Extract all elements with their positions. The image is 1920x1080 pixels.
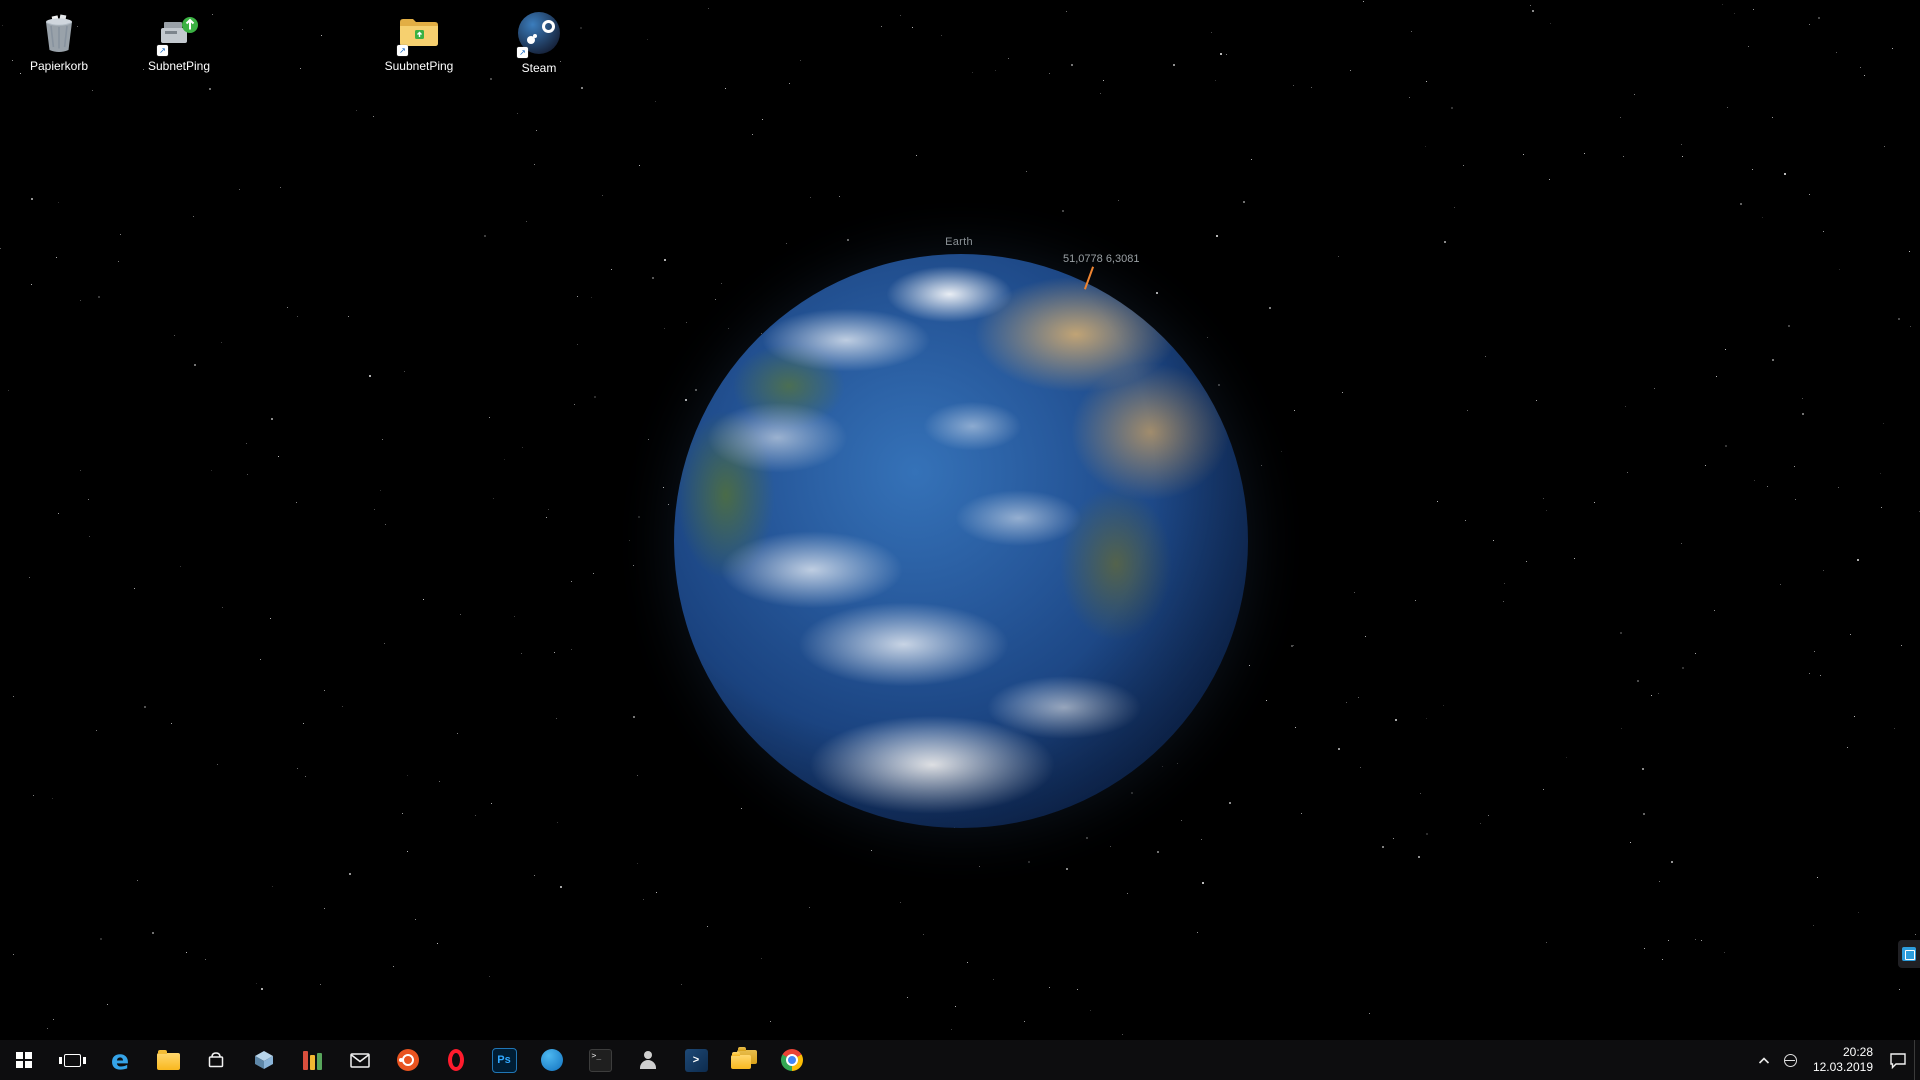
chevron-up-icon: [1758, 1056, 1770, 1065]
action-center-icon: [1889, 1052, 1907, 1069]
panel-toggle-icon: [1902, 947, 1916, 961]
edge-icon: e: [111, 1047, 129, 1074]
action-center-button[interactable]: [1882, 1040, 1914, 1080]
network-globe-icon: [1784, 1054, 1797, 1067]
desktop-icon-steam[interactable]: Steam: [491, 10, 587, 75]
taskbar-item-photoshop[interactable]: Ps: [480, 1040, 528, 1080]
start-button[interactable]: [0, 1040, 48, 1080]
desktop-icon-recycle-bin[interactable]: Papierkorb: [11, 10, 107, 73]
file-explorer-icon: [157, 1053, 180, 1070]
taskbar-item-store[interactable]: [192, 1040, 240, 1080]
ubuntu-icon: [397, 1049, 419, 1071]
desktop-icon-label: Steam: [491, 62, 587, 75]
blue-circle-app-icon: [541, 1049, 563, 1071]
taskbar-item-ubuntu[interactable]: [384, 1040, 432, 1080]
taskbar: e Ps >_: [0, 1040, 1920, 1080]
store-icon: [207, 1051, 225, 1069]
chrome-icon: [781, 1049, 803, 1071]
hidden-icons-button[interactable]: [1751, 1040, 1777, 1080]
desktop-icon-suubnetping-folder[interactable]: SuubnetPing: [371, 10, 467, 73]
clock-time: 20:28: [1843, 1045, 1873, 1060]
taskbar-item-blue-app[interactable]: [528, 1040, 576, 1080]
taskbar-item-folder-window[interactable]: [720, 1040, 768, 1080]
desktop-icon-label: SuubnetPing: [371, 60, 467, 73]
library-icon: [303, 1051, 322, 1070]
tray-network-button[interactable]: [1777, 1040, 1804, 1080]
side-panel-handle[interactable]: [1898, 940, 1920, 968]
mail-icon: [350, 1053, 370, 1068]
windows-logo-icon: [16, 1052, 32, 1068]
earth-globe: [674, 254, 1248, 828]
folder-window-icon: [731, 1050, 757, 1070]
cmd-icon: >_: [589, 1049, 612, 1072]
clock-date: 12.03.2019: [1813, 1060, 1873, 1075]
taskbar-item-edge[interactable]: e: [96, 1040, 144, 1080]
task-view-button[interactable]: [48, 1040, 96, 1080]
taskbar-item-chrome[interactable]: [768, 1040, 816, 1080]
show-desktop-button[interactable]: [1914, 1040, 1920, 1080]
recycle-bin-icon: [35, 10, 83, 58]
shortcut-arrow-icon: [517, 47, 528, 58]
desktop-icon-label: Papierkorb: [11, 60, 107, 73]
taskbar-item-opera[interactable]: [432, 1040, 480, 1080]
taskbar-item-library[interactable]: [288, 1040, 336, 1080]
taskbar-item-mail[interactable]: [336, 1040, 384, 1080]
photoshop-icon: Ps: [492, 1048, 517, 1073]
folder-icon: [395, 10, 443, 58]
steam-icon: [515, 12, 563, 60]
people-icon: [638, 1050, 658, 1070]
taskbar-item-3d-builder[interactable]: [240, 1040, 288, 1080]
task-view-icon: [64, 1054, 81, 1067]
taskbar-clock[interactable]: 20:28 12.03.2019: [1804, 1040, 1882, 1080]
taskbar-item-file-explorer[interactable]: [144, 1040, 192, 1080]
shortcut-arrow-icon: [157, 45, 168, 56]
system-tray: 20:28 12.03.2019: [1751, 1040, 1920, 1080]
powershell-icon: >: [685, 1049, 708, 1072]
shortcut-arrow-icon: [397, 45, 408, 56]
3d-builder-icon: [254, 1050, 274, 1070]
desktop-icon-subnetping[interactable]: SubnetPing: [131, 10, 227, 73]
subnetping-icon: [155, 10, 203, 58]
taskbar-item-powershell[interactable]: >: [672, 1040, 720, 1080]
taskbar-item-people[interactable]: [624, 1040, 672, 1080]
taskbar-item-cmd[interactable]: >_: [576, 1040, 624, 1080]
desktop-icon-label: SubnetPing: [131, 60, 227, 73]
marker-coordinates: 51,0778 6,3081: [1063, 253, 1139, 265]
opera-icon: [448, 1049, 464, 1071]
earth-label: Earth: [909, 236, 1009, 248]
